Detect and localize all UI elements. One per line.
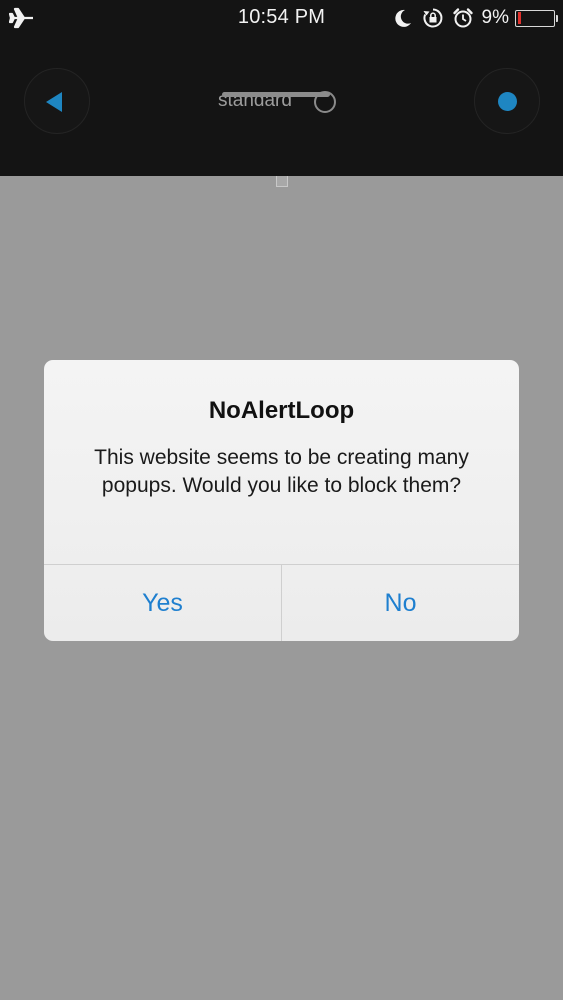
page-tab-marker — [276, 176, 288, 187]
no-button[interactable]: No — [281, 565, 519, 641]
back-button[interactable] — [24, 68, 90, 134]
status-right-group: 9% — [392, 6, 558, 30]
alert-message: This website seems to be creating many p… — [94, 446, 469, 497]
record-dot-icon — [498, 92, 517, 111]
alert-dialog: NoAlertLoop This website seems to be cre… — [44, 360, 519, 641]
mode-selector[interactable]: standard — [210, 86, 350, 116]
yes-button[interactable]: Yes — [44, 565, 281, 641]
rotation-lock-icon — [423, 8, 442, 28]
back-arrow-icon — [46, 92, 62, 112]
top-bar: 10:54 PM 9% standard — [0, 0, 563, 176]
mode-underline — [222, 92, 330, 97]
status-bar: 10:54 PM 9% — [0, 0, 563, 36]
battery-fill — [517, 12, 521, 24]
moon-icon — [394, 9, 411, 27]
record-button[interactable] — [474, 68, 540, 134]
camera-toolbar: standard — [0, 36, 563, 176]
alert-button-row: Yes No — [44, 564, 519, 641]
battery-percent: 9% — [481, 7, 509, 28]
alert-body: NoAlertLoop This website seems to be cre… — [44, 360, 519, 564]
alert-title: NoAlertLoop — [208, 397, 355, 424]
alarm-icon — [452, 8, 473, 28]
battery-icon — [515, 9, 558, 27]
